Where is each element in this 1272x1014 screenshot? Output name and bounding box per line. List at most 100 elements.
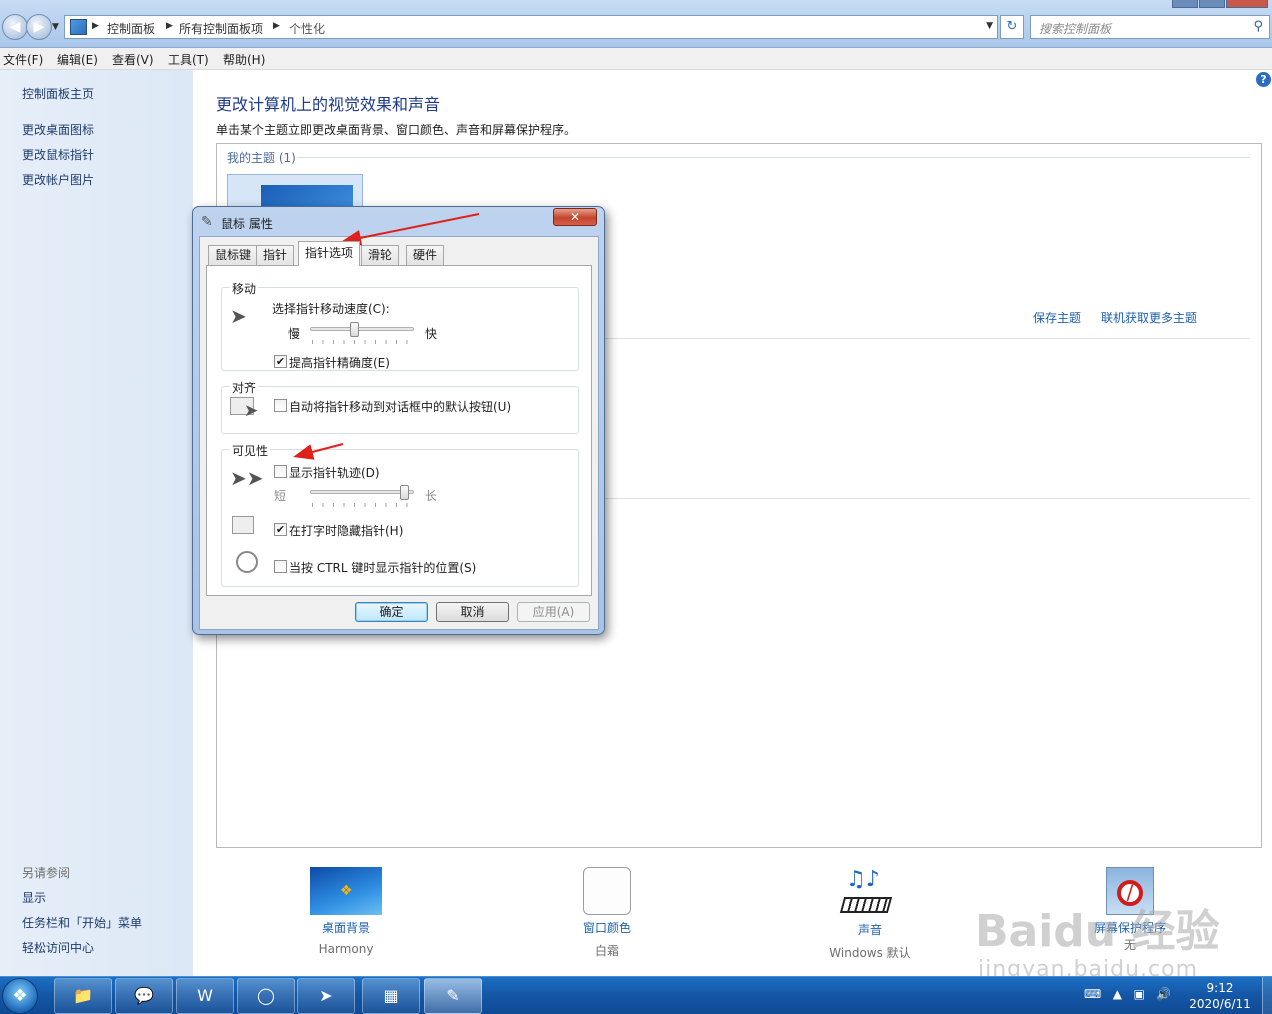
my-themes-heading: 我的主题 (1) (227, 151, 296, 165)
apply-button[interactable]: 应用(A) (517, 602, 590, 622)
visibility-group-title: 可见性 (230, 442, 271, 459)
taskbar: ❖ 📁 💬 W ◯ ➤ ▦ ✎ ⌨ ▲ ▣ 🔊 9:12 2020/6/11 (0, 976, 1272, 1014)
breadcrumb-personalization[interactable]: 个性化 (289, 20, 325, 37)
trail-length-thumb[interactable] (400, 485, 410, 500)
mouse-properties-taskbar-icon[interactable]: ✎ (424, 978, 482, 1014)
trail-length-slider[interactable] (310, 490, 414, 494)
menu-bar: 文件(F) 编辑(E) 查看(V) 工具(T) 帮助(H) (0, 48, 1272, 70)
speed-label: 选择指针移动速度(C): (272, 302, 390, 316)
sound-item[interactable]: ♫♪ 声音 Windows 默认 (815, 867, 925, 961)
network-icon[interactable]: ▣ (1133, 987, 1144, 1001)
clock[interactable]: 9:12 2020/6/11 (1185, 980, 1255, 1012)
address-bar[interactable]: ▶ 控制面板 ▶ 所有控制面板项 ▶ 个性化 ▼ (64, 15, 998, 39)
dialog-body: 鼠标键 指针 指针选项 滑轮 硬件 移动 ➤ 选择指针移动速度(C): 慢 快 … (199, 236, 599, 630)
start-button[interactable]: ❖ (2, 978, 38, 1014)
page-title: 更改计算机上的视觉效果和声音 (216, 95, 441, 114)
visibility-group: 可见性 ➤➤ 显示指针轨迹(D) 短 长 ✔ 在打字时隐藏指针(H) 当按 CT… (221, 442, 579, 587)
close-button[interactable]: ✕ (553, 208, 597, 226)
file-explorer-icon[interactable]: 📁 (54, 978, 112, 1014)
edge-browser-icon[interactable]: ◯ (237, 978, 295, 1014)
hide-while-typing-icon (232, 516, 254, 534)
change-account-picture-link[interactable]: 更改帐户图片 (22, 171, 94, 188)
keyboard-icon[interactable]: ⌨ (1084, 987, 1101, 1001)
chevron-right-icon[interactable]: ▶ (166, 21, 173, 31)
minimize-button[interactable] (1172, 0, 1198, 8)
chevron-right-icon[interactable]: ▶ (92, 21, 99, 31)
menu-edit[interactable]: 编辑(E) (57, 51, 98, 68)
menu-tools[interactable]: 工具(T) (168, 51, 209, 68)
search-icon[interactable]: ⚲ (1253, 19, 1263, 34)
breadcrumb-control-panel[interactable]: 控制面板 (107, 20, 155, 37)
window-color-item[interactable]: 窗口颜色 白霜 (567, 867, 647, 959)
ok-button[interactable]: 确定 (355, 602, 428, 622)
hide-while-typing-checkbox[interactable]: ✔ (274, 523, 287, 536)
back-button[interactable]: ◀ (2, 14, 28, 40)
breadcrumb-all-items[interactable]: 所有控制面板项 (179, 20, 263, 37)
watermark: Baidu 经验 (975, 906, 1220, 957)
control-panel-home-link[interactable]: 控制面板主页 (22, 85, 94, 102)
maximize-button[interactable] (1199, 0, 1225, 8)
save-theme-link[interactable]: 保存主题 (1033, 309, 1081, 326)
snap-to-group: 对齐 ➤ 自动将指针移动到对话框中的默认按钮(U) (221, 379, 579, 434)
pointer-trails-checkbox[interactable] (274, 465, 287, 478)
menu-view[interactable]: 查看(V) (112, 51, 154, 68)
sound-icon: ♫♪ (839, 867, 898, 923)
divider (297, 157, 1250, 158)
page-description: 单击某个主题立即更改桌面背景、窗口颜色、声音和屏幕保护程序。 (216, 123, 577, 137)
clock-date: 2020/6/11 (1189, 997, 1251, 1011)
change-mouse-pointers-link[interactable]: 更改鼠标指针 (22, 146, 94, 163)
menu-help[interactable]: 帮助(H) (223, 51, 265, 68)
get-more-themes-link[interactable]: 联机获取更多主题 (1101, 309, 1197, 326)
left-navigation-pane: 控制面板主页 更改桌面图标 更改鼠标指针 更改帐户图片 另请参阅 显示 任务栏和… (0, 70, 193, 976)
recent-pages-dropdown[interactable]: ▼ (52, 22, 59, 32)
fast-label: 快 (425, 327, 438, 341)
wechat-icon[interactable]: 💬 (115, 978, 173, 1014)
display-link[interactable]: 显示 (22, 889, 46, 906)
tab-pointer-options[interactable]: 指针选项 (298, 241, 361, 266)
wallpaper-icon: ❖ (310, 867, 382, 915)
cancel-button[interactable]: 取消 (436, 602, 509, 622)
snap-to-default-label: 自动将指针移动到对话框中的默认按钮(U) (289, 400, 512, 414)
tab-buttons[interactable]: 鼠标键 (208, 245, 259, 265)
menu-file[interactable]: 文件(F) (3, 51, 43, 68)
tab-pointers[interactable]: 指针 (256, 245, 295, 265)
address-dropdown-icon[interactable]: ▼ (986, 21, 993, 31)
pointer-speed-slider[interactable] (310, 327, 414, 331)
ease-of-access-link[interactable]: 轻松访问中心 (22, 939, 94, 956)
show-desktop-button[interactable] (1262, 977, 1272, 1014)
slow-label: 慢 (288, 327, 301, 341)
close-window-button[interactable] (1226, 0, 1268, 8)
window-color-value: 白霜 (594, 944, 619, 958)
pointer-location-icon (236, 551, 258, 573)
show-location-ctrl-checkbox[interactable] (274, 560, 287, 573)
wps-icon[interactable]: W (176, 978, 234, 1014)
pointer-icon: ➤ (244, 401, 259, 421)
tab-wheel[interactable]: 滑轮 (361, 245, 400, 265)
pointer-speed-icon: ➤ (230, 304, 247, 328)
motion-group: 移动 ➤ 选择指针移动速度(C): 慢 快 ✔ 提高指针精确度(E) (221, 280, 579, 371)
chevron-right-icon[interactable]: ▶ (273, 21, 280, 31)
window-color-icon (583, 867, 631, 915)
slider-ticks (312, 503, 414, 507)
pointer-trails-label: 显示指针轨迹(D) (289, 466, 380, 480)
slider-ticks (312, 340, 414, 344)
title-bar: ◀ ▶ ▼ ▶ 控制面板 ▶ 所有控制面板项 ▶ 个性化 ▼ ↻ 搜索控制面板 … (0, 0, 1272, 48)
change-desktop-icons-link[interactable]: 更改桌面图标 (22, 121, 94, 138)
snap-to-default-checkbox[interactable] (274, 399, 287, 412)
refresh-button[interactable]: ↻ (1000, 15, 1024, 39)
volume-icon[interactable]: 🔊 (1156, 987, 1171, 1001)
taskbar-start-menu-link[interactable]: 任务栏和「开始」菜单 (22, 914, 142, 931)
show-location-ctrl-label: 当按 CTRL 键时显示指针的位置(S) (289, 561, 477, 575)
show-hidden-icons-icon[interactable]: ▲ (1113, 987, 1122, 1001)
enhance-precision-checkbox[interactable]: ✔ (274, 355, 287, 368)
mouse-icon: ✎ (201, 214, 213, 230)
pointer-options-panel: 移动 ➤ 选择指针移动速度(C): 慢 快 ✔ 提高指针精确度(E) 对齐 ➤ … (206, 265, 592, 596)
tab-hardware[interactable]: 硬件 (406, 245, 445, 265)
forward-button[interactable]: ▶ (26, 14, 52, 40)
help-icon[interactable]: ? (1256, 72, 1271, 87)
desktop-background-item[interactable]: ❖ 桌面背景 Harmony (300, 867, 392, 956)
control-panel-taskbar-icon[interactable]: ▦ (362, 978, 420, 1014)
messenger-icon[interactable]: ➤ (297, 978, 355, 1014)
search-box[interactable]: 搜索控制面板 ⚲ (1030, 15, 1270, 39)
pointer-speed-thumb[interactable] (349, 322, 359, 337)
